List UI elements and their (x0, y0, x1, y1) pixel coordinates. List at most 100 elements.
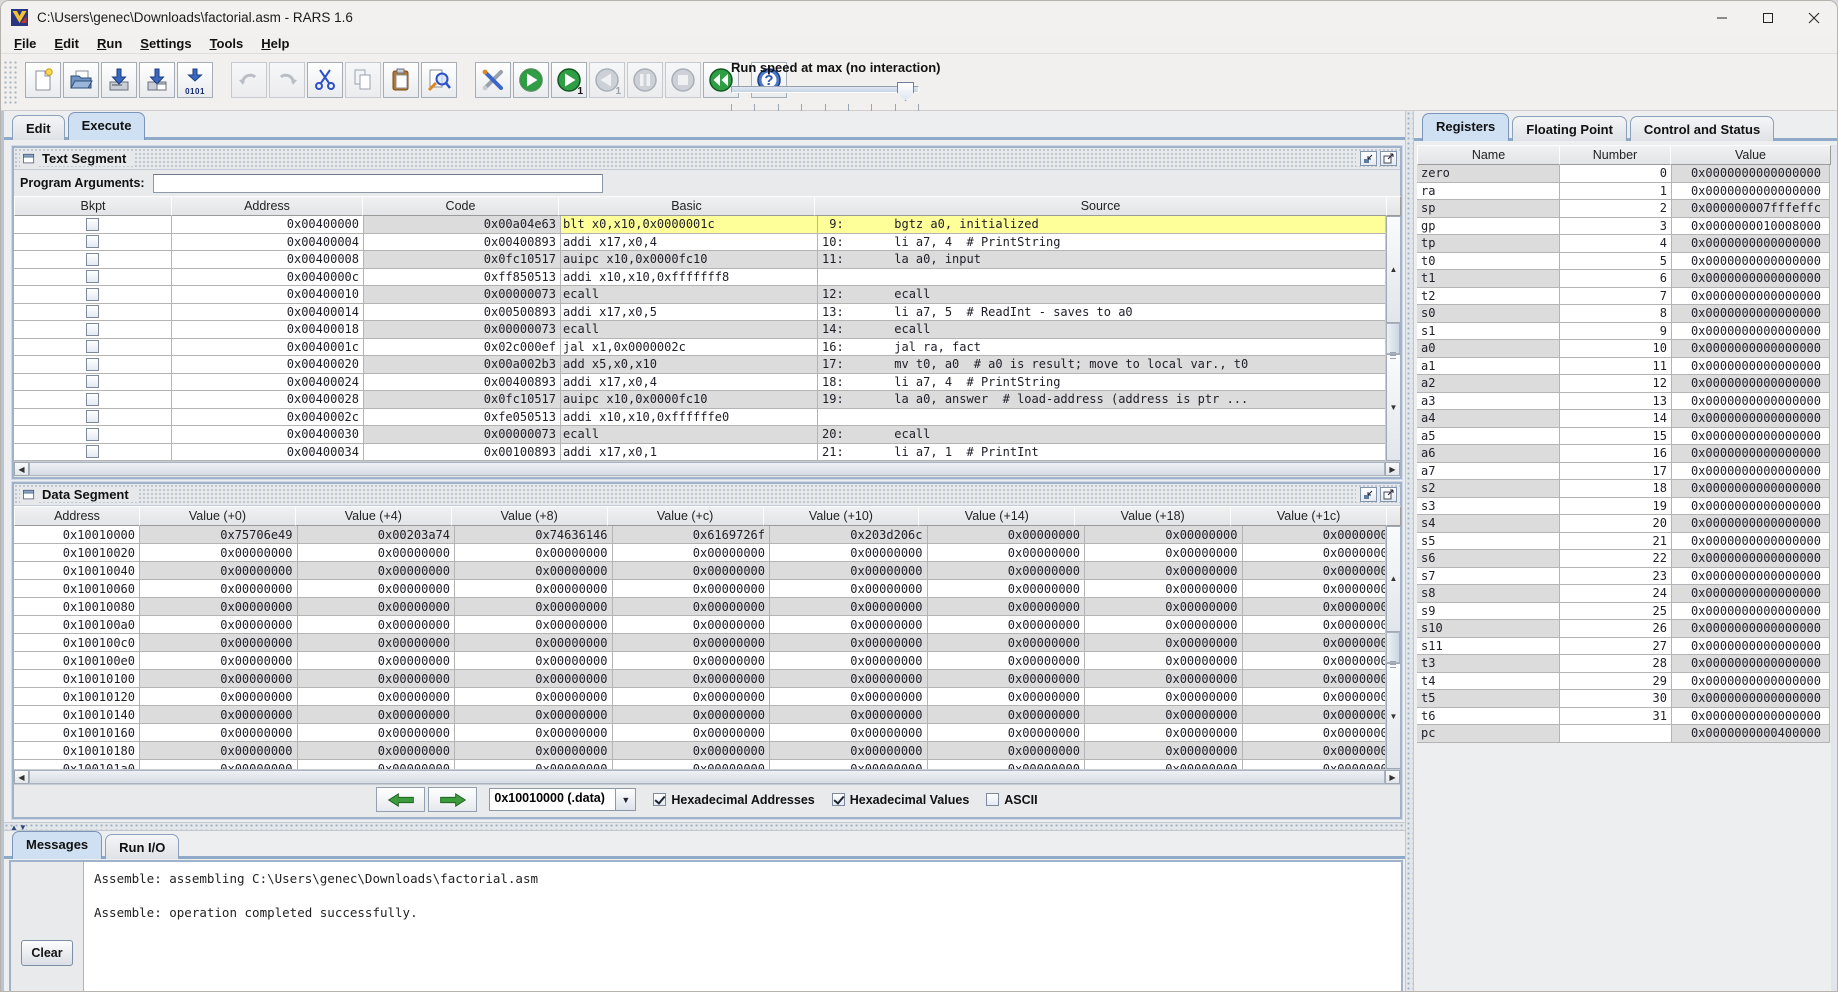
value-cell: 0x00000000 (455, 598, 613, 616)
breakpoint-checkbox[interactable] (86, 375, 99, 388)
backstep-button[interactable]: 1 (589, 62, 625, 98)
save-as-button[interactable] (139, 62, 175, 98)
breakpoint-checkbox[interactable] (86, 253, 99, 266)
text-segment-vscrollbar[interactable]: ▲ ▼ (1385, 216, 1400, 461)
scroll-left-icon[interactable]: ◀ (14, 770, 29, 784)
tab-run-i-o[interactable]: Run I/O (105, 834, 179, 859)
copy-button[interactable] (345, 62, 381, 98)
scroll-down-icon[interactable]: ▼ (1386, 354, 1400, 461)
checkbox-hexadecimal-addresses[interactable]: Hexadecimal Addresses (653, 793, 814, 807)
slider-thumb[interactable] (897, 82, 914, 101)
data-segment-minimize-button[interactable] (1360, 487, 1377, 502)
scroll-left-icon[interactable]: ◀ (14, 462, 29, 476)
value-cell: 0x00000000 (455, 562, 613, 580)
menu-edit[interactable]: Edit (45, 36, 88, 51)
menu-file[interactable]: File (5, 36, 45, 51)
checkbox-hexadecimal-values[interactable]: Hexadecimal Values (832, 793, 970, 807)
save-button[interactable] (101, 62, 137, 98)
messages-text-area[interactable]: Assemble: assembling C:\Users\genec\Down… (83, 862, 1401, 991)
hscroll-thumb[interactable] (29, 462, 1385, 476)
open-file-button[interactable] (63, 62, 99, 98)
scroll-down-icon[interactable]: ▼ (1386, 663, 1400, 769)
hscroll-thumb[interactable] (29, 770, 1385, 784)
horizontal-split-divider[interactable]: ▲▼ (4, 822, 1408, 831)
clear-button[interactable]: Clear (21, 940, 73, 966)
data-segment-vscrollbar[interactable]: ▲ ▼ (1385, 526, 1400, 769)
menu-settings[interactable]: Settings (131, 36, 200, 51)
assemble-button[interactable] (475, 62, 511, 98)
register-name: s2 (1417, 480, 1560, 498)
checkbox-box[interactable] (832, 793, 845, 806)
vertical-split-divider[interactable] (1405, 111, 1414, 992)
scroll-up-icon[interactable]: ▲ (1386, 526, 1400, 632)
pause-button[interactable] (627, 62, 663, 98)
tab-messages[interactable]: Messages (12, 831, 102, 859)
new-file-button[interactable] (25, 62, 61, 98)
maximize-button[interactable] (1745, 1, 1791, 34)
dump-memory-button[interactable]: 0101 (177, 62, 213, 98)
tab-execute[interactable]: Execute (68, 112, 146, 140)
scroll-right-icon[interactable]: ▶ (1385, 770, 1400, 784)
next-values-button[interactable] (428, 787, 477, 812)
checkbox-box[interactable] (986, 793, 999, 806)
text-segment-minimize-button[interactable] (1360, 151, 1377, 166)
find-replace-button[interactable] (421, 62, 457, 98)
undo-button[interactable] (231, 62, 267, 98)
breakpoint-checkbox[interactable] (86, 445, 99, 458)
register-row: s7230x0000000000000000 (1417, 568, 1830, 586)
value-cell: 0x00000000 (298, 544, 456, 562)
tab-control-and-status[interactable]: Control and Status (1630, 116, 1774, 141)
step-button[interactable]: 1 (551, 62, 587, 98)
breakpoint-checkbox[interactable] (86, 358, 99, 371)
tab-registers[interactable]: Registers (1422, 113, 1509, 141)
menu-run[interactable]: Run (88, 36, 131, 51)
run-button[interactable] (513, 62, 549, 98)
value-cell: 0x00000000 (1085, 562, 1243, 580)
breakpoint-checkbox[interactable] (86, 340, 99, 353)
registers-scroll-strip[interactable] (1831, 145, 1838, 992)
value-cell: 0x00000000 (928, 724, 1086, 742)
run-speed-label: Run speed at max (no interaction) (731, 60, 1001, 75)
breakpoint-checkbox[interactable] (86, 428, 99, 441)
data-segment-hscrollbar[interactable]: ◀ ▶ (14, 769, 1400, 784)
toolbar: 0101 (1, 54, 1837, 111)
scroll-up-icon[interactable]: ▲ (1386, 216, 1400, 323)
checkbox-box[interactable] (653, 793, 666, 806)
slider-track[interactable] (731, 86, 919, 93)
breakpoint-checkbox[interactable] (86, 235, 99, 248)
tab-edit[interactable]: Edit (12, 115, 65, 140)
paste-button[interactable] (383, 62, 419, 98)
value-cell: 0x00000000 (140, 598, 298, 616)
redo-button[interactable] (269, 62, 305, 98)
data-segment-maximize-button[interactable] (1380, 487, 1397, 502)
chevron-down-icon[interactable]: ▼ (616, 788, 636, 811)
col-reg-name: Name (1417, 145, 1560, 165)
register-row: gp30x0000000010008000 (1417, 218, 1830, 236)
tab-floating-point[interactable]: Floating Point (1512, 116, 1627, 141)
breakpoint-checkbox[interactable] (86, 218, 99, 231)
breakpoint-checkbox[interactable] (86, 323, 99, 336)
base-address-combobox[interactable]: 0x10010000 (.data) ▼ (489, 788, 636, 811)
source-cell: 14: ecall (818, 321, 1400, 339)
text-segment-maximize-button[interactable] (1380, 151, 1397, 166)
program-arguments-input[interactable] (153, 174, 603, 193)
cut-button[interactable] (307, 62, 343, 98)
breakpoint-checkbox[interactable] (86, 393, 99, 406)
breakpoint-checkbox[interactable] (86, 270, 99, 283)
toolbar-drag-handle[interactable] (3, 60, 19, 106)
scroll-right-icon[interactable]: ▶ (1385, 462, 1400, 476)
menu-tools[interactable]: Tools (201, 36, 253, 51)
breakpoint-checkbox[interactable] (86, 288, 99, 301)
checkbox-ascii[interactable]: ASCII (986, 793, 1037, 807)
text-segment-hscrollbar[interactable]: ◀ ▶ (14, 461, 1400, 476)
register-value: 0x0000000000000000 (1672, 183, 1830, 201)
register-value: 0x0000000000000000 (1672, 498, 1830, 516)
breakpoint-checkbox[interactable] (86, 305, 99, 318)
breakpoint-checkbox[interactable] (86, 410, 99, 423)
menu-help[interactable]: Help (252, 36, 298, 51)
run-speed-slider[interactable] (731, 82, 919, 100)
stop-button[interactable] (665, 62, 701, 98)
close-button[interactable] (1791, 1, 1837, 34)
minimize-button[interactable] (1699, 1, 1745, 34)
prev-values-button[interactable] (376, 787, 425, 812)
